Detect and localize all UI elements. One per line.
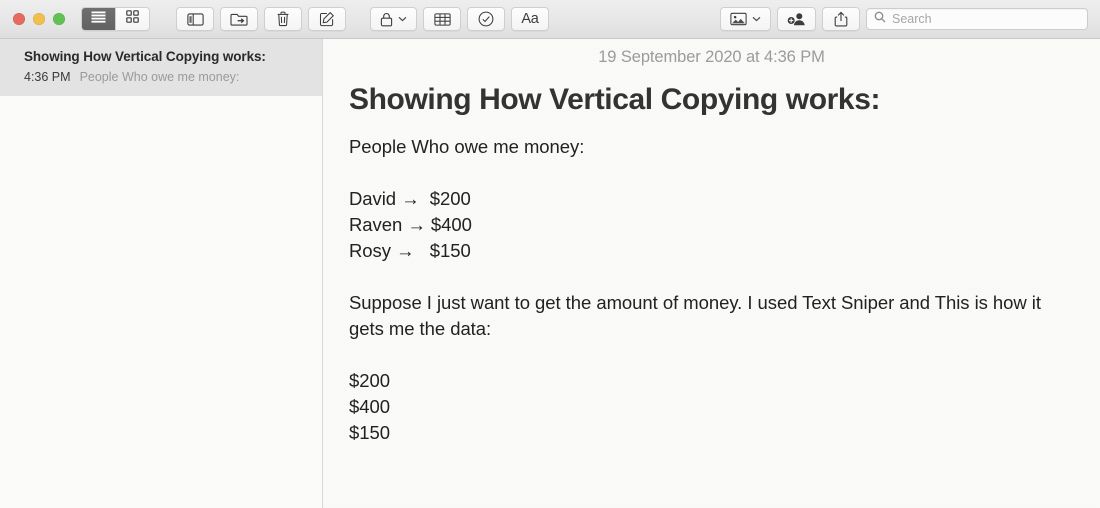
table-icon <box>433 12 451 26</box>
share-button[interactable] <box>822 7 860 31</box>
search-field[interactable] <box>866 8 1088 30</box>
lock-note-button[interactable] <box>370 7 417 31</box>
zoom-window-button[interactable] <box>53 13 65 25</box>
trash-icon <box>276 11 290 27</box>
close-window-button[interactable] <box>13 13 25 25</box>
amount-line: $200 <box>349 370 390 391</box>
note-intro-paragraph: People Who owe me money: <box>349 136 585 157</box>
compose-icon <box>319 11 335 27</box>
compose-note-button[interactable] <box>308 7 346 31</box>
note-blank-line-3 <box>349 342 1060 368</box>
folder-move-icon <box>230 13 248 26</box>
note-blank-line-1 <box>349 160 1060 186</box>
search-icon <box>874 10 886 28</box>
debt-line: Raven → $400 <box>349 214 472 235</box>
move-to-folder-button[interactable] <box>220 7 258 31</box>
note-editor[interactable]: 19 September 2020 at 4:36 PM Showing How… <box>323 39 1100 508</box>
chevron-down-icon <box>752 16 761 22</box>
list-view-button[interactable] <box>82 8 115 30</box>
media-button[interactable] <box>720 7 771 31</box>
table-button[interactable] <box>423 7 461 31</box>
notes-window: Aa Search Showing How Vertical Copying w… <box>0 0 1100 508</box>
window-controls <box>13 13 65 25</box>
gallery-view-button[interactable] <box>115 8 149 30</box>
view-mode-segmented-control[interactable] <box>81 7 150 31</box>
minimize-window-button[interactable] <box>33 13 45 25</box>
amount-line: $150 <box>349 422 390 443</box>
note-heading: Showing How Vertical Copying works: <box>349 83 881 116</box>
amount-line: $400 <box>349 396 390 417</box>
note-list-item-selected[interactable]: Showing How Vertical Copying works: 4:36… <box>0 39 322 96</box>
checklist-button[interactable] <box>467 7 505 31</box>
delete-note-button[interactable] <box>264 7 302 31</box>
add-people-button[interactable] <box>777 7 816 31</box>
debt-line: Rosy → $150 <box>349 240 471 261</box>
note-list-sidebar: Showing How Vertical Copying works: 4:36… <box>0 39 323 508</box>
note-explanation-paragraph: Suppose I just want to get the amount of… <box>349 292 1041 339</box>
search-input[interactable] <box>892 12 1080 26</box>
chevron-down-icon <box>398 16 407 22</box>
gallery-view-icon <box>126 10 139 28</box>
format-label: Aa <box>521 11 539 27</box>
window-body: Showing How Vertical Copying works: 4:36… <box>0 39 1100 508</box>
toolbar: Aa <box>0 0 1100 39</box>
note-date-header: 19 September 2020 at 4:36 PM <box>598 48 825 66</box>
note-blank-line-2 <box>349 264 1060 290</box>
format-button[interactable]: Aa <box>511 7 549 31</box>
note-list-item-title: Showing How Vertical Copying works: <box>24 49 266 64</box>
add-person-icon <box>787 12 806 26</box>
checkmark-circle-icon <box>478 11 494 27</box>
note-list-item-meta: 4:36 PM People Who owe me money: <box>24 69 308 86</box>
note-list-item-preview: People Who owe me money: <box>79 70 240 84</box>
sidebar-icon <box>186 12 204 26</box>
sidebar-toggle-button[interactable] <box>176 7 214 31</box>
note-content[interactable]: Showing How Vertical Copying works: Peop… <box>323 68 1100 446</box>
note-list-item-time: 4:36 PM <box>24 70 71 84</box>
debt-line: David → $200 <box>349 188 471 209</box>
photo-icon <box>730 12 747 26</box>
list-view-icon <box>91 10 106 28</box>
lock-icon <box>380 12 393 27</box>
share-icon <box>834 11 848 27</box>
